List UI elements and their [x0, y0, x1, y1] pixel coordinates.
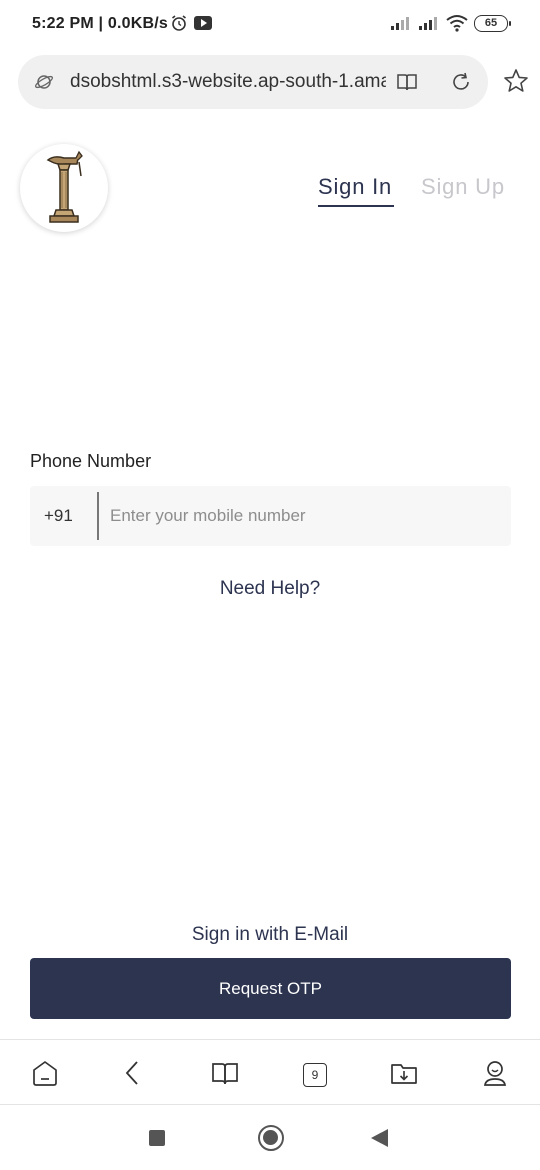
signal-icon-2: [419, 17, 437, 30]
reader-mode-icon[interactable]: [396, 71, 418, 93]
phone-divider: [97, 492, 99, 540]
star-icon[interactable]: [503, 68, 529, 94]
battery-icon: 65: [474, 14, 511, 32]
youtube-play-icon: [194, 16, 212, 30]
app-logo: [20, 144, 108, 232]
home-icon: [33, 1061, 57, 1086]
phone-number-input[interactable]: [110, 486, 500, 546]
profile-button[interactable]: [480, 1058, 510, 1088]
sign-in-email-link[interactable]: Sign in with E-Mail: [0, 924, 540, 946]
site-planet-icon: [34, 75, 54, 89]
system-navigation-bar: [0, 1106, 540, 1170]
status-time: 5:22 PM | 0.0KB/s: [32, 15, 168, 33]
phone-number-label: Phone Number: [30, 451, 152, 471]
home-button[interactable]: [30, 1058, 60, 1088]
status-system-icons: 65: [390, 14, 511, 32]
phone-input-group: +91: [30, 486, 511, 546]
status-bar: 5:22 PM | 0.0KB/s 65: [0, 0, 540, 50]
request-otp-button[interactable]: Request OTP: [30, 958, 511, 1019]
recent-apps-icon[interactable]: [149, 1130, 165, 1146]
alarm-icon: [172, 15, 186, 31]
active-tab-indicator: [318, 205, 394, 207]
clock-text: 5:22 PM: [32, 15, 94, 32]
country-code: +91: [44, 506, 73, 525]
need-help-link[interactable]: Need Help?: [220, 578, 320, 599]
home-circle-icon[interactable]: [258, 1125, 284, 1151]
back-icon: [125, 1061, 138, 1085]
tab-sign-up[interactable]: Sign Up: [421, 174, 505, 200]
bookmarks-icon: [212, 1063, 238, 1085]
signal-icon: [391, 17, 409, 30]
reload-icon[interactable]: [450, 71, 472, 93]
lamp-logo-icon: [46, 150, 83, 223]
profile-icon: [483, 1061, 507, 1086]
url-text[interactable]: dsobshtml.s3-website.ap-south-1.amazonaw…: [70, 71, 386, 93]
status-notification-icons: [170, 14, 212, 32]
bookmarks-button[interactable]: [210, 1058, 240, 1088]
tab-sign-in[interactable]: Sign In: [318, 174, 392, 200]
downloads-button[interactable]: [389, 1058, 419, 1088]
back-button[interactable]: [118, 1058, 148, 1088]
network-speed-text: | 0.0KB/s: [98, 15, 168, 32]
wifi-icon: [446, 15, 468, 32]
downloads-icon: [391, 1064, 417, 1084]
address-bar[interactable]: dsobshtml.s3-website.ap-south-1.amazonaw…: [18, 55, 488, 109]
tabs-icon: 9: [303, 1063, 327, 1087]
tabs-button[interactable]: 9: [297, 1058, 327, 1088]
need-help-row: Need Help?: [0, 578, 540, 600]
browser-toolbar: 9: [0, 1039, 540, 1105]
back-triangle-icon[interactable]: [371, 1129, 388, 1147]
